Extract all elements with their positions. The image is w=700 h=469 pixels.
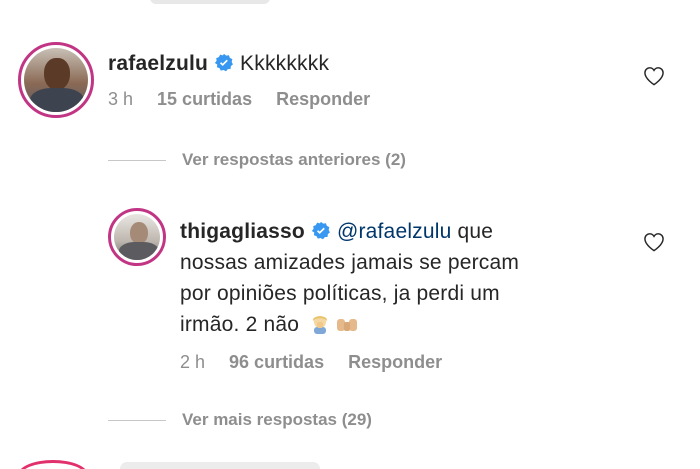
view-more-replies-label: Ver mais respostas (29)	[182, 410, 372, 429]
comment-line: rafaelzulu Kkkkkkkk	[108, 48, 628, 79]
thread-divider	[108, 159, 166, 161]
verified-badge-icon	[214, 53, 233, 72]
comment-text: Kkkkkkkk	[240, 52, 330, 75]
comment-rafaelzulu: rafaelzulu Kkkkkkkk 3 h 15 curtidas Respo…	[108, 48, 628, 110]
mention-link[interactable]: @rafaelzulu	[337, 220, 452, 243]
view-more-replies-button[interactable]: Ver mais respostas (29)	[108, 410, 372, 430]
previous-content-edge	[0, 0, 700, 18]
comment-text-line: nossas amizades jamais se percam	[180, 251, 520, 274]
verified-badge-icon	[311, 221, 330, 240]
folded-hands-emoji-icon	[337, 319, 358, 331]
comment-line: irmão. 2 não	[180, 309, 620, 340]
comment-text-line: irmão. 2 não	[180, 313, 300, 336]
comment-meta: 3 h 15 curtidas Responder	[108, 89, 628, 110]
likes-count[interactable]: 96 curtidas	[229, 352, 324, 373]
avatar-rafaelzulu[interactable]	[18, 42, 94, 118]
next-comment-avatar-edge	[18, 460, 88, 469]
comment-line: thigagliasso @rafaelzulu que	[180, 216, 620, 247]
avatar-thigagliasso[interactable]	[108, 208, 166, 266]
likes-count[interactable]: 15 curtidas	[157, 89, 252, 110]
reply-button[interactable]: Responder	[348, 352, 442, 373]
comment-text-line: por opiniões políticas, ja perdi um	[180, 282, 500, 305]
like-heart-icon[interactable]	[643, 232, 665, 252]
comment-thigagliasso: thigagliasso @rafaelzulu que nossas amiza…	[180, 216, 620, 373]
like-heart-icon[interactable]	[643, 66, 665, 86]
comment-meta: 2 h 96 curtidas Responder	[180, 352, 620, 373]
reply-button[interactable]: Responder	[276, 89, 370, 110]
comment-time: 3 h	[108, 89, 134, 109]
next-comment-text-edge	[120, 462, 320, 469]
username-link[interactable]: rafaelzulu	[108, 52, 208, 75]
thread-divider	[108, 419, 166, 421]
view-previous-replies-button[interactable]: Ver respostas anteriores (2)	[108, 150, 406, 170]
comment-text-line: que	[451, 220, 494, 243]
username-link[interactable]: thigagliasso	[180, 220, 305, 243]
woman-facepalming-emoji-icon	[313, 316, 328, 334]
comment-time: 2 h	[180, 352, 206, 372]
view-previous-replies-label: Ver respostas anteriores (2)	[182, 150, 406, 169]
